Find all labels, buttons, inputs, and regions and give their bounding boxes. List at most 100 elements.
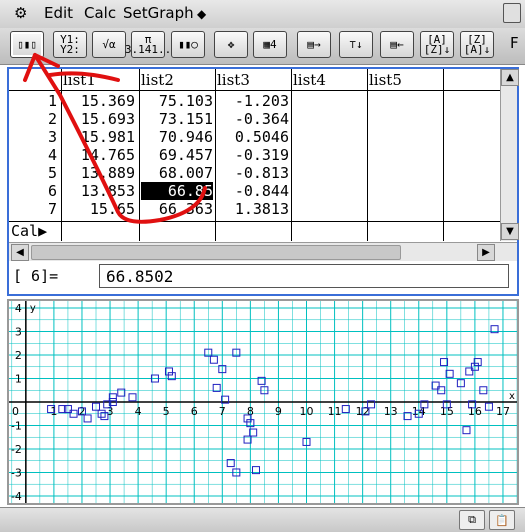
cal-divider (9, 221, 501, 222)
window-close-icon[interactable] (503, 3, 521, 23)
scroll-up-icon[interactable]: ▲ (501, 69, 519, 86)
table-cell[interactable]: -1.203 (217, 92, 289, 110)
x-tick-label: 5 (163, 405, 170, 418)
y-tick-label: 2 (15, 349, 22, 362)
table-cell[interactable]: 75.103 (141, 92, 213, 110)
row-number: 4 (47, 146, 57, 164)
table-cell[interactable]: -0.319 (217, 146, 289, 164)
vertical-scrollbar[interactable]: ▲ ▼ (500, 69, 519, 241)
column-header-list2[interactable]: list2 (141, 71, 174, 91)
table-cell[interactable]: 15.65 (63, 200, 135, 218)
column-divider (215, 69, 216, 241)
x-tick-label: 9 (275, 405, 282, 418)
graph-functions-icon[interactable]: Y1: Y2: (53, 31, 87, 58)
zoom-arrows-icon[interactable]: ✥ (214, 31, 248, 58)
table-cell[interactable]: 68.007 (141, 164, 213, 182)
column-divider (291, 69, 292, 241)
row-number: 2 (47, 110, 57, 128)
x-tick-label: 1 (50, 405, 57, 418)
column-header-list4[interactable]: list4 (293, 71, 326, 91)
menu-dropdown-icon[interactable]: ◆ (197, 7, 206, 21)
row-number: 3 (47, 128, 57, 146)
y-tick-label: 4 (15, 302, 22, 315)
table-cell[interactable]: 15.693 (63, 110, 135, 128)
table-cell[interactable]: 14.765 (63, 146, 135, 164)
edit-line-label: [ 6]= (13, 267, 59, 285)
stat-graph-icon[interactable]: ▯▮▯ (10, 31, 44, 58)
column-header-list5[interactable]: list5 (369, 71, 402, 91)
delete-column-icon[interactable]: ▤← (380, 31, 414, 58)
table-cell[interactable]: 15.981 (63, 128, 135, 146)
y-tick-label: 3 (15, 326, 22, 339)
sort-descending-icon[interactable]: [Z] [A]↓ (460, 31, 494, 58)
x-tick-label: 6 (191, 405, 198, 418)
x-tick-label: 17 (496, 405, 510, 418)
column-divider (61, 69, 62, 241)
table-cell[interactable]: 13.853 (63, 182, 135, 200)
data-point (128, 393, 137, 402)
table-cell[interactable]: 66.85 (141, 182, 213, 200)
column-header-list3[interactable]: list3 (217, 71, 250, 91)
pi-icon[interactable]: π 3.141.. (125, 31, 171, 58)
table-cell[interactable]: 13.889 (63, 164, 135, 182)
table-cell[interactable]: 73.151 (141, 110, 213, 128)
gear-icon[interactable]: ⚙ (14, 4, 27, 22)
scroll-thumb[interactable] (31, 245, 401, 260)
x-tick-label: 4 (135, 405, 142, 418)
y-tick-label: -2 (11, 443, 22, 456)
row-number: 7 (47, 200, 57, 218)
x-tick-label: 11 (328, 405, 342, 418)
x-axis-label: x (509, 391, 515, 402)
x-tick-label: 16 (468, 405, 482, 418)
list-editor-panel: list1 list2 list3 list4 list5 1 15.369 75.103 -1… (7, 67, 519, 296)
scatter-plot: 1 2 3 4 5 6 7 8 9 10 11 12 13 14 15 16 174321-1-2-3-40yx (9, 301, 518, 503)
copy-icon[interactable]: ⧉ (459, 510, 485, 530)
row-number: 5 (47, 164, 57, 182)
list-editor-icon[interactable]: ▦4 (253, 31, 287, 58)
menu-bar: ⚙ Edit Calc SetGraph ◆ (0, 0, 525, 29)
x-tick-label: 8 (247, 405, 254, 418)
scroll-left-icon[interactable]: ◀ (11, 244, 29, 261)
table-cell[interactable]: -0.844 (217, 182, 289, 200)
toolbar: ▯▮▯ Y1: Y2: √α π 3.141.. ▮▮○ ✥ ▦4 ▤→ ⊤↓ ▤← [A] [Z]… (0, 28, 525, 65)
sqrt-alpha-icon[interactable]: √α (92, 31, 126, 58)
table-cell[interactable]: 66.363 (141, 200, 213, 218)
menu-setgraph[interactable]: SetGraph (123, 4, 194, 22)
status-bar: ⧉ 📋 (0, 507, 525, 532)
y-tick-label: -4 (11, 490, 22, 503)
table-cell[interactable]: 69.457 (141, 146, 213, 164)
sort-ascending-icon[interactable]: [A] [Z]↓ (420, 31, 454, 58)
x-tick-label: 14 (412, 405, 426, 418)
toolbar-overflow-label: F (510, 34, 519, 52)
column-divider (367, 69, 368, 241)
origin-label: 0 (12, 405, 19, 418)
sort-icon[interactable]: ⊤↓ (339, 31, 373, 58)
insert-column-icon[interactable]: ▤→ (297, 31, 331, 58)
y-tick-label: -3 (11, 466, 22, 479)
table-cell[interactable]: 15.369 (63, 92, 135, 110)
table-cell[interactable]: 70.946 (141, 128, 213, 146)
menu-edit[interactable]: Edit (44, 4, 73, 22)
edit-line: [ 6]= 66.8502 (9, 261, 517, 294)
y-tick-label: 1 (15, 373, 22, 386)
scroll-down-icon[interactable]: ▼ (501, 223, 519, 240)
stat-graph-window[interactable]: 1 2 3 4 5 6 7 8 9 10 11 12 13 14 15 16 17 4 3 2 1 -1 -2 -3 -4 0 y x (7, 299, 519, 505)
table-cell[interactable]: -0.364 (217, 110, 289, 128)
row-number: 1 (47, 92, 57, 110)
bar-chart-settings-icon[interactable]: ▮▮○ (171, 31, 205, 58)
paste-icon[interactable]: 📋 (489, 510, 515, 530)
table-cell[interactable]: -0.813 (217, 164, 289, 182)
data-point (462, 426, 471, 435)
y-tick-label: -1 (11, 419, 22, 432)
horizontal-scrollbar[interactable]: ◀ ▶ (9, 242, 517, 261)
data-point (341, 405, 350, 414)
table-cell[interactable]: 1.3813 (217, 200, 289, 218)
cal-row-label[interactable]: Cal▶ (11, 222, 47, 240)
x-tick-label: 15 (440, 405, 454, 418)
scroll-right-icon[interactable]: ▶ (477, 244, 495, 261)
y-axis-label: y (30, 303, 36, 314)
table-cell[interactable]: 0.5046 (217, 128, 289, 146)
menu-calc[interactable]: Calc (84, 4, 116, 22)
column-header-list1[interactable]: list1 (63, 71, 96, 91)
cell-value-input[interactable]: 66.8502 (99, 264, 509, 288)
